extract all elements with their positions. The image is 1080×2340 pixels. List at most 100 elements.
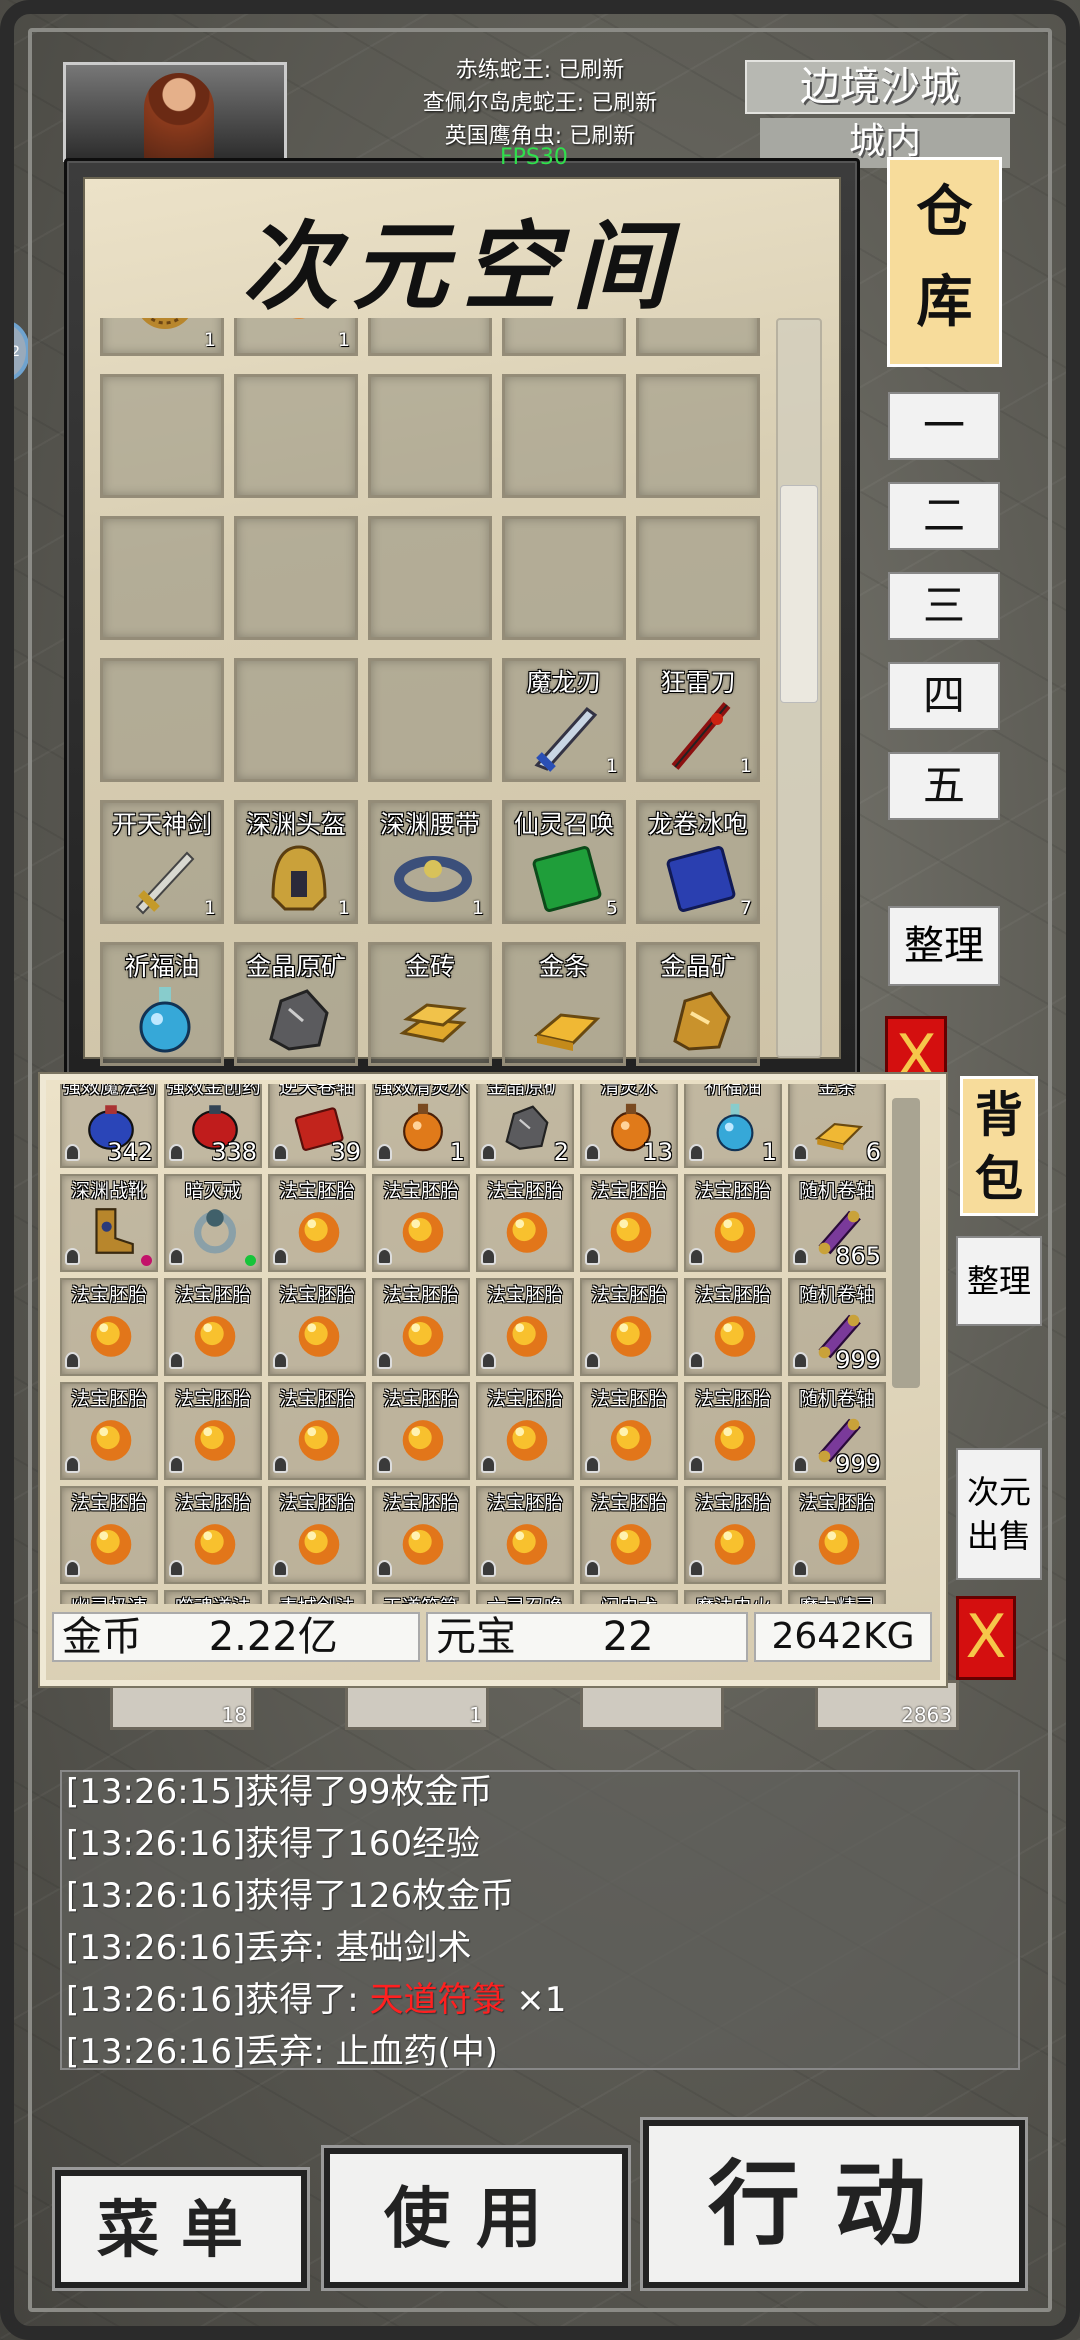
warehouse-slot[interactable]: 1 bbox=[100, 318, 224, 356]
quickbar-slot[interactable] bbox=[580, 1680, 724, 1730]
warehouse-slot[interactable]: 金晶原矿 bbox=[234, 942, 358, 1066]
warehouse-slot[interactable]: 魔龙刃 1 bbox=[502, 658, 626, 782]
bag-slot[interactable]: 清灵水 13 bbox=[580, 1084, 678, 1168]
map-name[interactable]: 边境沙城 bbox=[745, 60, 1015, 114]
bag-slot[interactable]: 法宝胚胎 bbox=[476, 1486, 574, 1584]
bag-sort-button[interactable]: 整理 bbox=[956, 1236, 1042, 1326]
bag-slot[interactable]: 法宝胚胎 bbox=[268, 1486, 366, 1584]
action-button[interactable]: 行动 bbox=[643, 2120, 1025, 2288]
warehouse-scrollbar[interactable] bbox=[776, 318, 822, 1058]
bag-slot[interactable]: 毒城剑法 bbox=[268, 1590, 366, 1604]
bag-slot[interactable]: 强效金创药 338 bbox=[164, 1084, 262, 1168]
bag-slot[interactable]: 法宝胚胎 bbox=[684, 1174, 782, 1272]
quickbar-slot[interactable]: 18 bbox=[110, 1680, 254, 1730]
bag-slot[interactable]: 法宝胚胎 bbox=[788, 1486, 886, 1584]
warehouse-slot[interactable] bbox=[234, 374, 358, 498]
bag-slot[interactable]: 法宝胚胎 bbox=[476, 1382, 574, 1480]
bag-slot[interactable]: 闪电术 bbox=[580, 1590, 678, 1604]
warehouse-slot[interactable] bbox=[100, 516, 224, 640]
warehouse-slot[interactable]: 深渊腰带 1 bbox=[368, 800, 492, 924]
bag-slot[interactable]: 法宝胚胎 bbox=[580, 1174, 678, 1272]
warehouse-slot[interactable] bbox=[502, 516, 626, 640]
bag-slot[interactable]: 法宝胚胎 bbox=[60, 1278, 158, 1376]
bag-slot[interactable]: 法宝胚胎 bbox=[372, 1382, 470, 1480]
bag-slot[interactable]: 法宝胚胎 bbox=[580, 1278, 678, 1376]
bag-slot[interactable]: 法宝胚胎 bbox=[684, 1486, 782, 1584]
warehouse-slot[interactable] bbox=[100, 658, 224, 782]
warehouse-page-2[interactable]: 二 bbox=[888, 482, 1000, 550]
bag-slot[interactable]: 随机卷轴 865 bbox=[788, 1174, 886, 1272]
warehouse-page-1[interactable]: 一 bbox=[888, 392, 1000, 460]
menu-button[interactable]: 菜单 bbox=[55, 2170, 307, 2288]
bag-slot[interactable]: 六灵召唤 bbox=[476, 1590, 574, 1604]
bag-slot[interactable]: 法宝胚胎 bbox=[60, 1382, 158, 1480]
bag-grid[interactable]: 强效魔法药 342 强效金创药 338 逆天卷轴 39 强效清灵水 1 金晶原矿 2 清灵水 13 祈福… bbox=[60, 1084, 890, 1604]
bag-slot[interactable]: 法宝胚胎 bbox=[268, 1382, 366, 1480]
warehouse-slot[interactable]: 金晶矿 bbox=[636, 942, 760, 1066]
warehouse-slot[interactable]: 深渊头盔 1 bbox=[234, 800, 358, 924]
bag-slot[interactable]: 法宝胚胎 bbox=[684, 1382, 782, 1480]
bag-scrollbar[interactable] bbox=[892, 1098, 920, 1388]
bag-slot[interactable]: 天道符箓 bbox=[372, 1590, 470, 1604]
warehouse-slot[interactable]: 开天神剑 1 bbox=[100, 800, 224, 924]
warehouse-slot[interactable]: 仙灵召唤 5 bbox=[502, 800, 626, 924]
bag-slot[interactable]: 法宝胚胎 bbox=[60, 1486, 158, 1584]
warehouse-slot[interactable] bbox=[502, 318, 626, 356]
bag-tab[interactable]: 背包 bbox=[960, 1076, 1038, 1216]
warehouse-page-3[interactable]: 三 bbox=[888, 572, 1000, 640]
bag-slot[interactable]: 深渊战靴 bbox=[60, 1174, 158, 1272]
warehouse-page-5[interactable]: 五 bbox=[888, 752, 1000, 820]
warehouse-slot[interactable]: 金条 bbox=[502, 942, 626, 1066]
bag-slot[interactable]: 法宝胚胎 bbox=[372, 1278, 470, 1376]
bag-slot[interactable]: 金晶原矿 2 bbox=[476, 1084, 574, 1168]
warehouse-slot[interactable]: 1 bbox=[234, 318, 358, 356]
warehouse-slot[interactable] bbox=[368, 516, 492, 640]
bag-slot[interactable]: 强效魔法药 342 bbox=[60, 1084, 158, 1168]
bag-slot[interactable]: 魔力精灵 bbox=[788, 1590, 886, 1604]
bag-slot[interactable]: 祈福油 1 bbox=[684, 1084, 782, 1168]
bag-slot[interactable]: 随机卷轴 999 bbox=[788, 1278, 886, 1376]
bag-slot[interactable]: 法宝胚胎 bbox=[164, 1382, 262, 1480]
quickbar-slot[interactable]: 2863 bbox=[815, 1680, 959, 1730]
warehouse-slot[interactable]: 狂雷刀 1 bbox=[636, 658, 760, 782]
warehouse-slot[interactable] bbox=[368, 658, 492, 782]
warehouse-slot[interactable] bbox=[234, 516, 358, 640]
bag-slot[interactable]: 噬魂道法 bbox=[164, 1590, 262, 1604]
bag-close-button[interactable]: X bbox=[956, 1596, 1016, 1680]
bag-slot[interactable]: 随机卷轴 999 bbox=[788, 1382, 886, 1480]
warehouse-slot[interactable]: 龙卷冰咆 7 bbox=[636, 800, 760, 924]
warehouse-slot[interactable] bbox=[234, 658, 358, 782]
warehouse-slot[interactable] bbox=[368, 374, 492, 498]
warehouse-tab[interactable]: 仓库 bbox=[887, 157, 1002, 367]
bag-slot[interactable]: 金条 6 bbox=[788, 1084, 886, 1168]
bag-slot[interactable]: 法宝胚胎 bbox=[164, 1278, 262, 1376]
warehouse-slot[interactable] bbox=[636, 318, 760, 356]
bag-slot[interactable]: 幽灵极速 bbox=[60, 1590, 158, 1604]
dimension-sell-button[interactable]: 次元出售 bbox=[956, 1448, 1042, 1580]
quickbar-slot[interactable]: 1 bbox=[345, 1680, 489, 1730]
warehouse-slot[interactable] bbox=[368, 318, 492, 356]
use-button[interactable]: 使用 bbox=[324, 2148, 628, 2288]
bag-slot[interactable]: 法宝胚胎 bbox=[372, 1486, 470, 1584]
bag-slot[interactable]: 法宝胚胎 bbox=[580, 1382, 678, 1480]
bag-slot[interactable]: 逆天卷轴 39 bbox=[268, 1084, 366, 1168]
bag-slot[interactable]: 法宝胚胎 bbox=[580, 1486, 678, 1584]
scroll-thumb[interactable] bbox=[780, 485, 818, 703]
player-portrait[interactable] bbox=[63, 62, 287, 162]
bag-slot[interactable]: 魔法电火 bbox=[684, 1590, 782, 1604]
warehouse-slot[interactable] bbox=[100, 374, 224, 498]
warehouse-grid[interactable]: 1 1 魔龙刃 1 狂雷刀 1 开天神剑 1 深渊头盔 1 深渊腰带 1 仙灵召唤 5 龙卷冰咆 7 祈福油 金晶… bbox=[100, 318, 765, 1068]
bag-slot[interactable]: 强效清灵水 1 bbox=[372, 1084, 470, 1168]
bag-slot[interactable]: 法宝胚胎 bbox=[372, 1174, 470, 1272]
bag-slot[interactable]: 法宝胚胎 bbox=[268, 1174, 366, 1272]
warehouse-page-4[interactable]: 四 bbox=[888, 662, 1000, 730]
warehouse-slot[interactable] bbox=[502, 374, 626, 498]
bag-slot[interactable]: 暗灭戒 bbox=[164, 1174, 262, 1272]
bag-slot[interactable]: 法宝胚胎 bbox=[268, 1278, 366, 1376]
warehouse-sort-button[interactable]: 整理 bbox=[888, 906, 1000, 986]
bag-slot[interactable]: 法宝胚胎 bbox=[164, 1486, 262, 1584]
warehouse-slot[interactable] bbox=[636, 374, 760, 498]
warehouse-slot[interactable]: 祈福油 bbox=[100, 942, 224, 1066]
left-edge-orb[interactable]: 22 bbox=[0, 320, 30, 382]
bag-slot[interactable]: 法宝胚胎 bbox=[476, 1174, 574, 1272]
